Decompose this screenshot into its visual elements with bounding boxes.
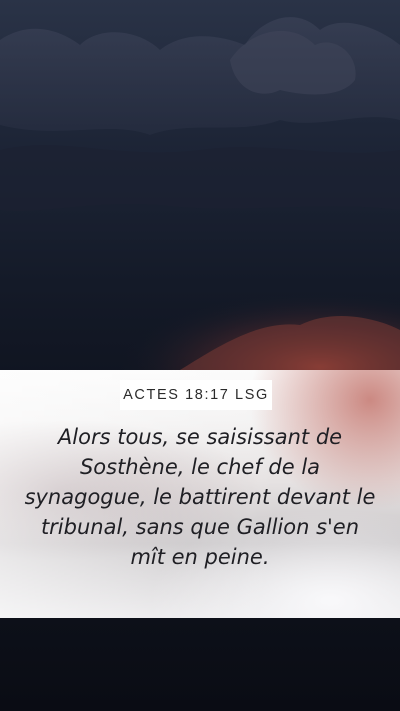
middle-cloud-layer xyxy=(0,145,400,212)
cloudy-sky-background xyxy=(0,17,400,370)
verse-reference: ACTES 18:17 LSG xyxy=(123,387,269,403)
verse-wallpaper: ACTES 18:17 LSG Alors tous, se saisissan… xyxy=(0,0,400,711)
lower-dark-band xyxy=(0,618,400,711)
verse-reference-badge: ACTES 18:17 LSG xyxy=(120,380,272,410)
verse-card: ACTES 18:17 LSG Alors tous, se saisissan… xyxy=(0,370,400,618)
verse-text: Alors tous, se saisissant de Sosthène, l… xyxy=(24,425,376,569)
